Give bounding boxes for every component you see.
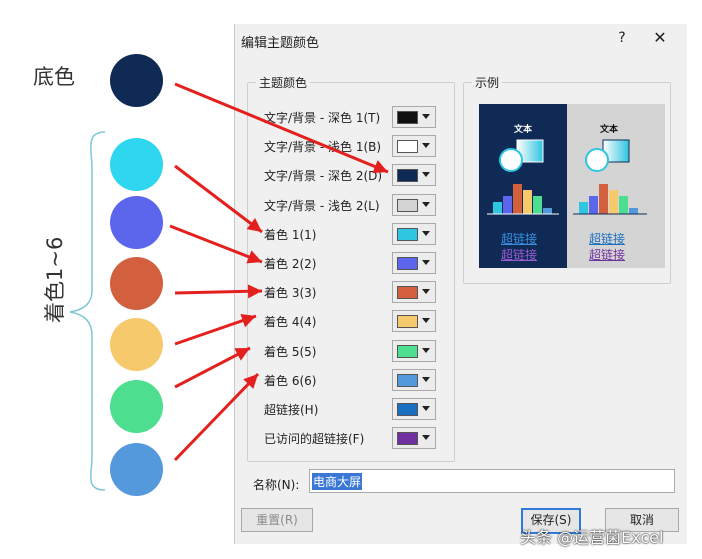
theme-color-row-label: 着色 4(4) (264, 315, 317, 329)
theme-color-row-label: 文字/背景 - 深色 2(D) (264, 169, 383, 183)
accent4-color-circle (110, 318, 163, 371)
color-swatch (397, 286, 418, 299)
color-swatch (397, 257, 418, 270)
dropdown-arrow-icon (422, 318, 430, 323)
theme-color-row-label: 着色 1(1) (264, 228, 317, 242)
dropdown-arrow-icon (422, 289, 430, 294)
help-button[interactable]: ? (611, 30, 633, 50)
color-swatch (397, 432, 418, 445)
accent1-color-circle (110, 138, 163, 191)
color-picker-button[interactable] (392, 252, 436, 274)
preview-bar (599, 184, 608, 214)
color-swatch (397, 374, 418, 387)
accent-bracket (69, 131, 106, 491)
preview-bar (503, 196, 512, 214)
theme-color-row-label: 文字/背景 - 浅色 2(L) (264, 199, 380, 213)
name-value: 电商大屏 (312, 473, 363, 490)
base-color-label: 底色 (33, 65, 75, 89)
color-swatch (397, 140, 418, 153)
accent6-color-circle (110, 443, 163, 496)
preview-bar (609, 190, 618, 214)
theme-color-row-label: 着色 2(2) (264, 257, 317, 271)
theme-color-row-label: 着色 5(5) (264, 345, 317, 359)
preview-dark-visited-link: 超链接 (501, 248, 538, 262)
preview-bar (493, 202, 502, 214)
dropdown-arrow-icon (422, 202, 430, 207)
color-picker-button[interactable] (392, 106, 436, 128)
preview-light-hyperlink: 超链接 (589, 232, 626, 246)
color-swatch (397, 345, 418, 358)
color-picker-button[interactable] (392, 281, 436, 303)
accent2-color-circle (110, 196, 163, 249)
reset-button[interactable]: 重置(R) (241, 508, 313, 532)
dropdown-arrow-icon (422, 377, 430, 382)
preview-bar (629, 208, 638, 214)
preview-bar (589, 196, 598, 214)
dropdown-arrow-icon (422, 172, 430, 177)
color-swatch (397, 403, 418, 416)
color-picker-button[interactable] (392, 427, 436, 449)
dropdown-arrow-icon (422, 260, 430, 265)
accent3-color-circle (110, 257, 163, 310)
preview-panel: 文本 超链接 超链接 文本 超链接 超链接 (479, 104, 665, 268)
edit-theme-colors-dialog: 编辑主题颜色 ? ✕ 主题颜色 文字/背景 - 深色 1(T) 文字/背景 - 浅… (234, 24, 687, 544)
color-picker-button[interactable] (392, 398, 436, 420)
color-picker-button[interactable] (392, 194, 436, 216)
preview-bar (619, 196, 628, 214)
color-picker-button[interactable] (392, 310, 436, 332)
theme-color-row-label: 已访问的超链接(F) (264, 432, 365, 446)
theme-color-row-label: 着色 6(6) (264, 374, 317, 388)
preview-bar (513, 184, 522, 214)
color-swatch (397, 228, 418, 241)
preview-light-visited-link: 超链接 (589, 248, 626, 262)
color-picker-button[interactable] (392, 223, 436, 245)
accent-colors-label: 着色1~6 (43, 236, 67, 323)
preview-light-panel: 文本 超链接 超链接 (567, 104, 665, 268)
theme-color-row-label: 超链接(H) (264, 403, 319, 417)
color-picker-button[interactable] (392, 369, 436, 391)
dropdown-arrow-icon (422, 435, 430, 440)
dropdown-arrow-icon (422, 406, 430, 411)
close-button[interactable]: ✕ (649, 28, 671, 50)
color-swatch (397, 315, 418, 328)
theme-color-row-label: 文字/背景 - 浅色 1(B) (264, 140, 382, 154)
dialog-title: 编辑主题颜色 (241, 36, 320, 51)
preview-bar (579, 202, 588, 214)
dropdown-arrow-icon (422, 143, 430, 148)
preview-dark-hyperlink: 超链接 (501, 232, 538, 246)
watermark: 头条 @运营菌Excel (520, 528, 664, 547)
dropdown-arrow-icon (422, 114, 430, 119)
preview-light-shapes (573, 139, 647, 215)
color-picker-button[interactable] (392, 135, 436, 157)
preview-dark-panel: 文本 超链接 超链接 (479, 104, 567, 268)
preview-bar (533, 196, 542, 214)
theme-colors-title: 主题颜色 (256, 74, 311, 91)
theme-color-row-label: 着色 3(3) (264, 286, 317, 300)
preview-dark-shapes (487, 139, 559, 215)
dropdown-arrow-icon (422, 348, 430, 353)
preview-bar (523, 190, 532, 214)
preview-bar (543, 208, 552, 214)
name-label: 名称(N): (253, 478, 300, 492)
color-picker-button[interactable] (392, 164, 436, 186)
color-swatch (397, 199, 418, 212)
accent5-color-circle (110, 380, 163, 433)
name-input[interactable]: 电商大屏 (309, 469, 675, 493)
color-picker-button[interactable] (392, 340, 436, 362)
dropdown-arrow-icon (422, 231, 430, 236)
color-swatch (397, 169, 418, 182)
base-color-circle (110, 54, 163, 107)
theme-color-row-label: 文字/背景 - 深色 1(T) (264, 111, 381, 125)
color-swatch (397, 111, 418, 124)
preview-title: 示例 (472, 74, 503, 91)
